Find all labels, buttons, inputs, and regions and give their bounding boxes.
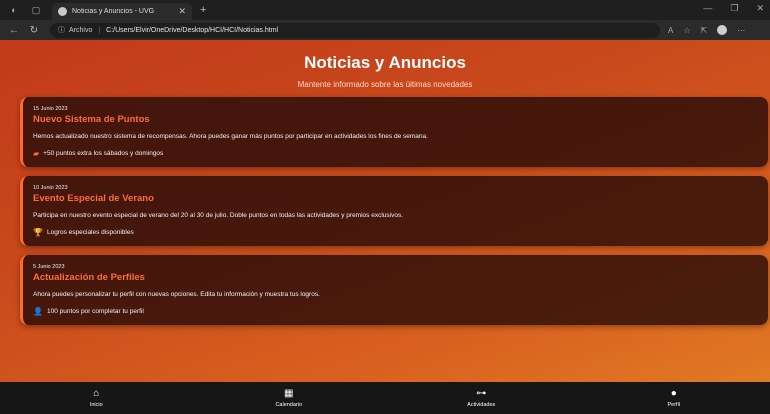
- news-reward-text: 100 puntos por completar tu perfil: [46, 308, 144, 315]
- nav-label: Inicio: [89, 401, 103, 408]
- news-date: 5 Junio 2023: [33, 264, 65, 270]
- page-header: Noticias y Anuncios Mantente informado s…: [0, 40, 770, 89]
- url-field[interactable]: ⓘ Archivo | C:/Users/Elvir/OneDrive/Desk…: [50, 22, 660, 38]
- news-card[interactable]: 5 Junio 2023 Actualización de Perfiles A…: [20, 255, 768, 325]
- page-subtitle: Mantente informado sobre las últimas nov…: [297, 80, 473, 89]
- nav-item-actividades[interactable]: ⊶ Actividades: [385, 382, 578, 414]
- news-title: Evento Especial de Verano: [33, 193, 154, 204]
- nav-label: Actividades: [467, 401, 496, 408]
- news-body: Participa en nuestro evento especial de …: [33, 212, 403, 219]
- new-tab-icon[interactable]: +: [200, 4, 206, 16]
- info-icon[interactable]: ⓘ: [58, 25, 65, 35]
- news-card[interactable]: 15 Junio 2023 Nuevo Sistema de Puntos He…: [20, 97, 768, 167]
- window-controls: — ❐ ✕: [703, 3, 764, 14]
- news-body: Ahora puedes personalizar tu perfil con …: [33, 291, 320, 298]
- news-card[interactable]: 10 Junio 2023 Evento Especial de Verano …: [20, 176, 768, 246]
- collections-icon[interactable]: ⇱: [701, 26, 708, 35]
- workspaces-icon[interactable]: ◐: [6, 2, 22, 18]
- nav-label: Calendario: [275, 401, 303, 408]
- maximize-icon[interactable]: ❐: [730, 3, 738, 14]
- browser-address-bar: ← ↻ ⓘ Archivo | C:/Users/Elvir/OneDrive/…: [0, 20, 770, 40]
- browser-tab-bar: ◐ ▢ Noticias y Anuncios - UVG ✕ + — ❐ ✕: [0, 0, 770, 20]
- browser-tab[interactable]: Noticias y Anuncios - UVG ✕: [52, 3, 192, 20]
- url-path: C:/Users/Elvir/OneDrive/Desktop/HCI/HCI/…: [106, 26, 279, 34]
- news-body: Hemos actualizado nuestro sistema de rec…: [33, 133, 428, 140]
- user-edit-icon: 👤: [33, 307, 43, 316]
- tab-title: Noticias y Anuncios - UVG: [72, 8, 155, 15]
- news-title: Actualización de Perfiles: [33, 272, 145, 283]
- dumbbell-icon: ⊶: [476, 387, 487, 399]
- page-title: Noticias y Anuncios: [304, 53, 466, 72]
- calendar-icon: ▦: [284, 387, 294, 399]
- bottom-navigation: ⌂ Inicio ▦ Calendario ⊶ Actividades ● Pe…: [0, 382, 770, 414]
- page-content: Noticias y Anuncios Mantente informado s…: [0, 40, 770, 382]
- favorite-icon[interactable]: ☆: [683, 26, 690, 35]
- nav-item-inicio[interactable]: ⌂ Inicio: [0, 382, 193, 414]
- close-window-icon[interactable]: ✕: [756, 3, 764, 14]
- browser-toolbar-icons: A ☆ ⇱ ⋯: [668, 25, 745, 35]
- nav-item-calendario[interactable]: ▦ Calendario: [193, 382, 386, 414]
- tab-actions-icon[interactable]: ▢: [28, 2, 44, 18]
- url-scheme: Archivo: [69, 26, 93, 34]
- news-reward: 🏆 Logros especiales disponibles: [33, 228, 758, 237]
- news-date: 15 Junio 2023: [33, 106, 68, 112]
- news-reward: 👤 100 puntos por completar tu perfil: [33, 307, 758, 316]
- ticket-icon: ▰: [33, 149, 40, 158]
- favicon-icon: [58, 7, 67, 16]
- trophy-icon: 🏆: [33, 228, 43, 237]
- news-reward: ▰ +50 puntos extra los sábados y domingo…: [33, 149, 758, 158]
- read-aloud-icon[interactable]: A: [668, 26, 673, 35]
- refresh-icon[interactable]: ↻: [28, 25, 40, 36]
- news-title: Nuevo Sistema de Puntos: [33, 114, 150, 125]
- minimize-icon[interactable]: —: [703, 3, 712, 14]
- profile-icon[interactable]: [717, 25, 728, 35]
- nav-label: Perfil: [667, 401, 681, 408]
- back-icon[interactable]: ←: [8, 25, 20, 36]
- nav-item-perfil[interactable]: ● Perfil: [578, 382, 770, 414]
- more-icon[interactable]: ⋯: [737, 26, 745, 35]
- close-tab-icon[interactable]: ✕: [178, 6, 186, 17]
- news-date: 10 Junio 2023: [33, 185, 68, 191]
- home-icon: ⌂: [93, 387, 100, 399]
- user-icon: ●: [670, 387, 677, 399]
- url-separator: |: [98, 26, 101, 34]
- news-reward-text: +50 puntos extra los sábados y domingos: [43, 150, 164, 157]
- news-reward-text: Logros especiales disponibles: [46, 229, 134, 236]
